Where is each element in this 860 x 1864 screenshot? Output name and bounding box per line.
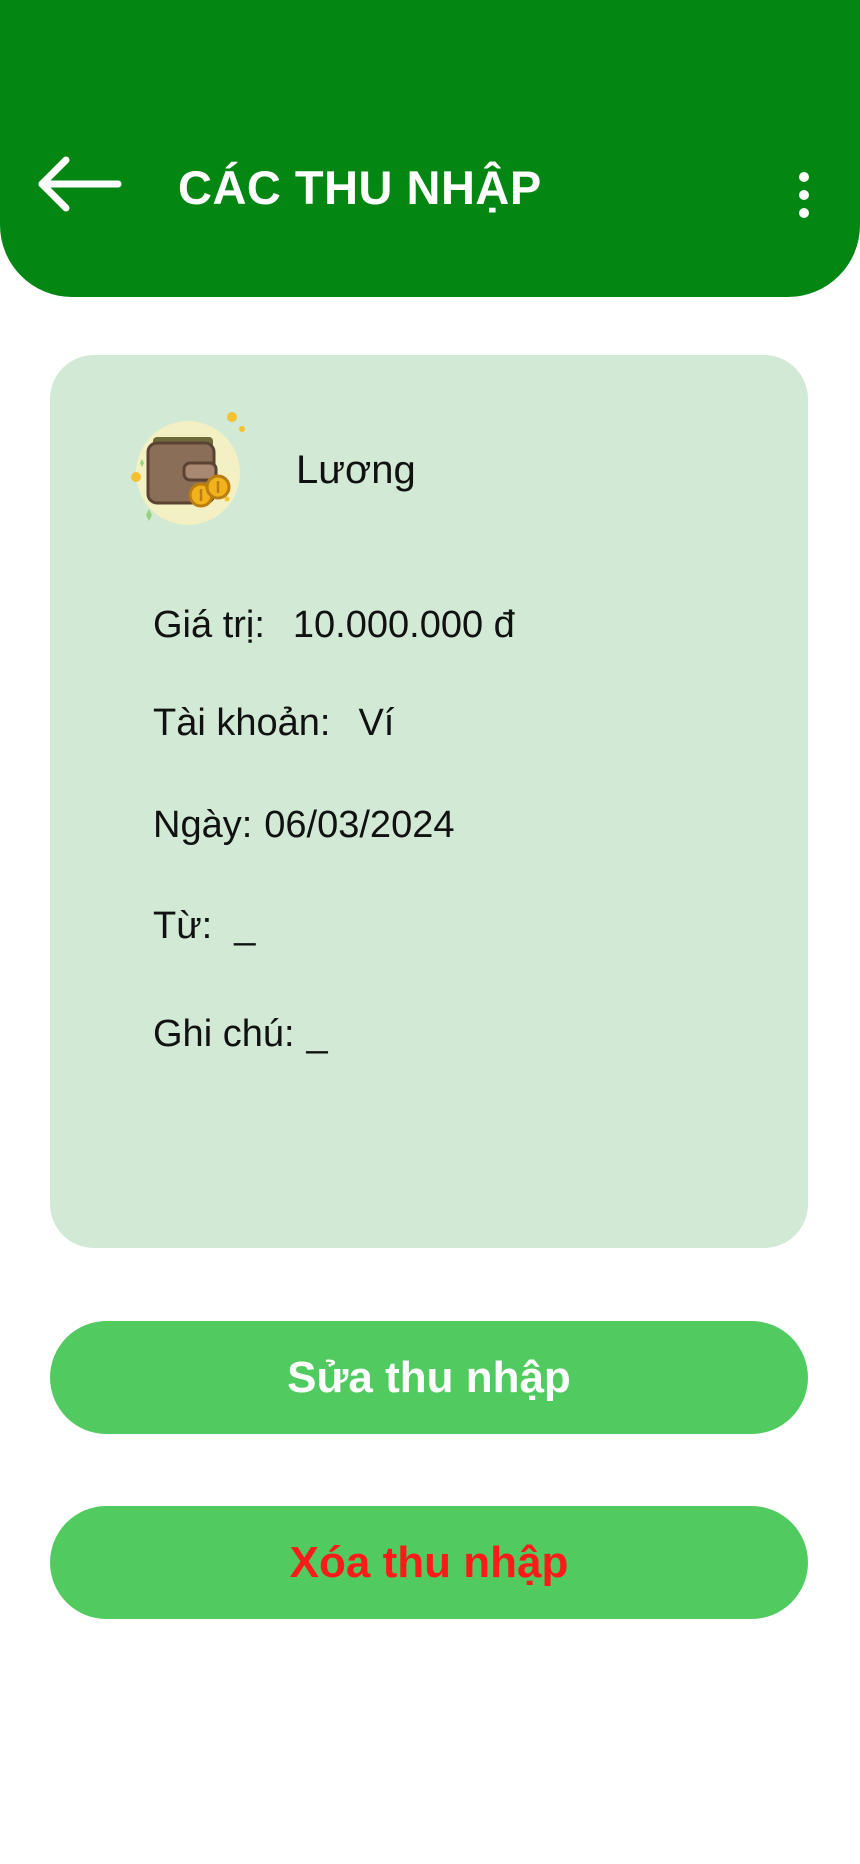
note-value: _: [306, 1013, 328, 1055]
from-label: Từ:: [153, 905, 213, 947]
value-row: Giá trị: 10.000.000 đ: [153, 601, 515, 649]
account-label: Tài khoản:: [153, 702, 331, 744]
more-options-button[interactable]: [780, 168, 828, 222]
account-row: Tài khoản: Ví: [153, 699, 394, 747]
income-detail-screen: CÁC THU NHẬP Lương Giá trị: 10.000.000 đ…: [0, 0, 860, 1864]
income-detail-card: Lương Giá trị: 10.000.000 đ Tài khoản: Ví …: [50, 355, 808, 1248]
date-value: 06/03/2024: [264, 804, 455, 846]
from-value: _: [234, 905, 256, 947]
back-button[interactable]: [36, 150, 126, 218]
note-row: Ghi chú: _: [153, 1010, 328, 1058]
from-row: Từ: _: [153, 902, 255, 950]
wallet-coins-icon: [131, 412, 245, 525]
date-row: Ngày: 06/03/2024: [153, 801, 454, 849]
value-label: Giá trị:: [153, 604, 265, 646]
date-label: Ngày:: [153, 804, 253, 846]
arrow-left-icon: [38, 156, 122, 212]
note-label: Ghi chú:: [153, 1013, 295, 1055]
page-title: CÁC THU NHẬP: [178, 161, 542, 214]
delete-income-button[interactable]: Xóa thu nhập: [50, 1506, 808, 1619]
category-name: Lương: [296, 448, 416, 492]
value-amount: 10.000.000 đ: [292, 604, 515, 646]
edit-income-button[interactable]: Sửa thu nhập: [50, 1321, 808, 1434]
app-header: CÁC THU NHẬP: [0, 0, 860, 297]
account-value: Ví: [358, 702, 395, 744]
